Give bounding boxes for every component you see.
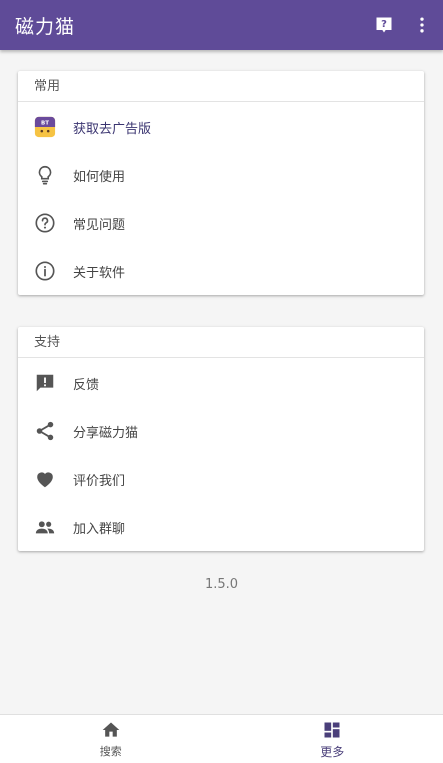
bt-cat-app-icon: BT: [34, 116, 56, 138]
help-button[interactable]: ?: [371, 12, 397, 38]
home-icon: [100, 719, 122, 741]
row-share[interactable]: 分享磁力猫: [18, 407, 424, 455]
nav-item-search[interactable]: 搜索: [0, 715, 222, 763]
more-vert-icon: [420, 17, 424, 33]
row-get-adfree[interactable]: BT 获取去广告版: [18, 103, 424, 151]
nav-label: 搜索: [99, 745, 122, 758]
row-label: 加入群聊: [73, 521, 126, 537]
info-icon: [34, 260, 56, 282]
row-join-group[interactable]: 加入群聊: [18, 503, 424, 551]
row-about[interactable]: 关于软件: [18, 247, 424, 295]
row-rate[interactable]: 评价我们: [18, 455, 424, 503]
row-feedback[interactable]: 反馈: [18, 359, 424, 407]
row-how-to-use[interactable]: 如何使用: [18, 151, 424, 199]
svg-text:BT: BT: [41, 120, 49, 126]
help-circle-icon: [34, 212, 56, 234]
support-card: 支持 反馈 分享磁力猫 评价我们 加入群聊: [18, 327, 424, 551]
feedback-icon: [34, 372, 56, 394]
row-label: 常见问题: [73, 217, 126, 233]
version-text: 1.5.0: [204, 577, 239, 592]
heart-icon: [34, 468, 56, 490]
nav-label: 更多: [320, 744, 345, 759]
nav-item-more[interactable]: 更多: [222, 715, 443, 763]
bottom-navigation: 搜索 更多: [0, 714, 443, 763]
row-faq[interactable]: 常见问题: [18, 199, 424, 247]
help-box-icon: ?: [376, 17, 392, 33]
common-card-header: 常用: [18, 71, 424, 102]
overflow-menu-button[interactable]: [409, 12, 435, 38]
app-bar: 磁力猫 ?: [0, 0, 443, 50]
svg-text:?: ?: [381, 19, 387, 30]
dashboard-icon: [321, 719, 343, 741]
row-label: 关于软件: [73, 265, 126, 281]
support-card-header: 支持: [18, 327, 424, 358]
row-label: 反馈: [73, 377, 100, 393]
row-label: 如何使用: [73, 169, 126, 185]
share-icon: [34, 420, 56, 442]
row-label: 分享磁力猫: [73, 425, 139, 441]
group-icon: [34, 516, 56, 538]
lightbulb-icon: [34, 164, 56, 186]
row-label: 获取去广告版: [73, 121, 152, 137]
app-title: 磁力猫: [15, 15, 76, 38]
common-card: 常用 BT 获取去广告版 如何使用 常见问题 关于软件: [18, 71, 424, 295]
row-label: 评价我们: [73, 473, 126, 489]
